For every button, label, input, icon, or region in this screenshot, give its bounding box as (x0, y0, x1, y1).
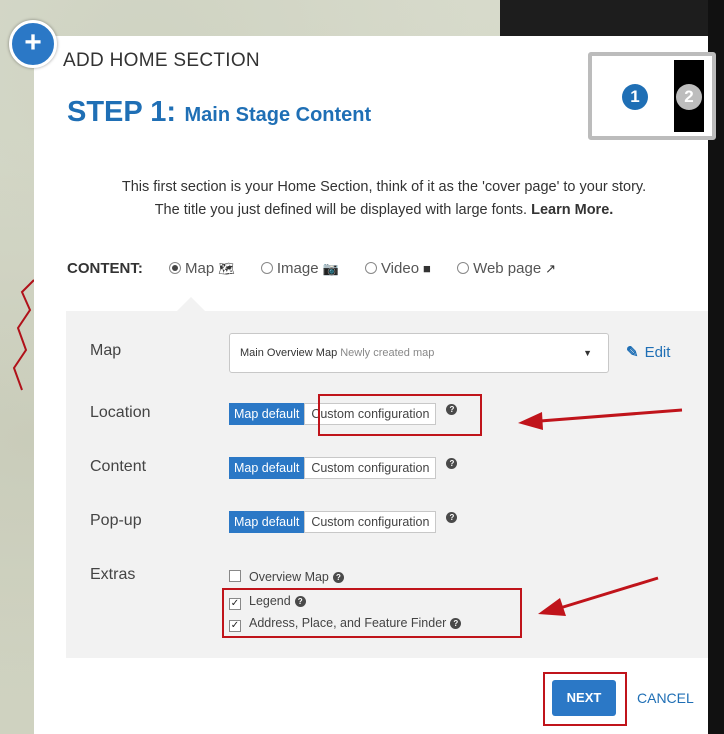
step-subtitle: Main Stage Content (184, 104, 372, 126)
help-icon[interactable]: ? (446, 458, 458, 469)
popup-toggle: Map default Custom configuration? (229, 511, 458, 533)
content-toggle: Map default Custom configuration? (229, 457, 458, 479)
help-icon[interactable]: ? (446, 512, 458, 523)
content-custom-config-button[interactable]: Custom configuration (304, 457, 437, 479)
intro-line-1: This first section is your Home Section,… (121, 179, 647, 195)
map-select-value: Main Overview Map (240, 347, 338, 359)
dialog-title: ADD HOME SECTION (63, 50, 260, 71)
popup-map-default-button[interactable]: Map default (229, 511, 305, 533)
map-icon: 🗺 (218, 261, 235, 276)
extras-overview-map[interactable]: Overview Map? (229, 570, 344, 584)
edit-map-link[interactable]: ✎ Edit (626, 343, 670, 361)
map-select[interactable]: Main Overview Map Newly created map ▼ (229, 333, 609, 373)
help-icon[interactable]: ? (332, 572, 344, 583)
radio-icon[interactable] (169, 262, 181, 274)
step-heading: STEP 1: Main Stage Content (67, 96, 371, 129)
location-map-default-button[interactable]: Map default (229, 403, 305, 425)
intro-text: This first section is your Home Section,… (64, 176, 704, 222)
map-dark-area (500, 0, 724, 40)
next-button[interactable]: NEXT (552, 680, 616, 716)
radio-icon[interactable] (260, 262, 273, 274)
location-label: Location (90, 404, 151, 421)
annotation-highlight-custom-config (318, 394, 482, 436)
content-type-selector: CONTENT: Map 🗺 Image 📷 Video ■ Web page ↗ (67, 260, 556, 277)
popup-custom-config-button[interactable]: Custom configuration (304, 511, 437, 533)
popup-label: Pop-up (90, 512, 142, 529)
extras-label: Extras (90, 566, 136, 583)
step-number: STEP 1: (67, 96, 177, 128)
chevron-down-icon[interactable]: ▼ (583, 334, 592, 372)
panel-caret (176, 297, 206, 312)
camera-icon: 📷 (322, 261, 339, 276)
radio-icon[interactable] (457, 262, 470, 274)
content-label: CONTENT: (67, 260, 143, 277)
add-section-button[interactable]: + (9, 20, 57, 68)
content-option-webpage[interactable]: Web page ↗ (457, 260, 556, 277)
intro-line-2: The title you just defined will be displ… (154, 202, 614, 218)
map-label: Map (90, 342, 122, 359)
step-indicator: 1 2 (588, 52, 716, 140)
step-1-dot[interactable]: 1 (622, 84, 648, 110)
annotation-highlight-extras (222, 588, 522, 638)
content-option-image[interactable]: Image 📷 (260, 260, 339, 277)
external-link-icon: ↗ (545, 261, 557, 276)
content-option-map[interactable]: Map 🗺 (169, 260, 235, 277)
content-option-video[interactable]: Video ■ (364, 260, 431, 277)
cancel-button[interactable]: CANCEL (637, 690, 694, 706)
content-map-default-button[interactable]: Map default (229, 457, 305, 479)
step-2-dot[interactable]: 2 (676, 84, 702, 110)
content-field-label: Content (90, 458, 147, 475)
annotation-arrow-extras (538, 576, 659, 616)
edit-icon: ✎ (626, 344, 639, 361)
checkbox-unchecked[interactable] (229, 570, 241, 582)
learn-more-link[interactable]: Learn More. (531, 202, 613, 218)
radio-icon[interactable] (364, 262, 377, 274)
video-icon: ■ (423, 261, 431, 276)
map-select-subtext: Newly created map (340, 347, 435, 359)
annotation-arrow-location (518, 408, 683, 430)
